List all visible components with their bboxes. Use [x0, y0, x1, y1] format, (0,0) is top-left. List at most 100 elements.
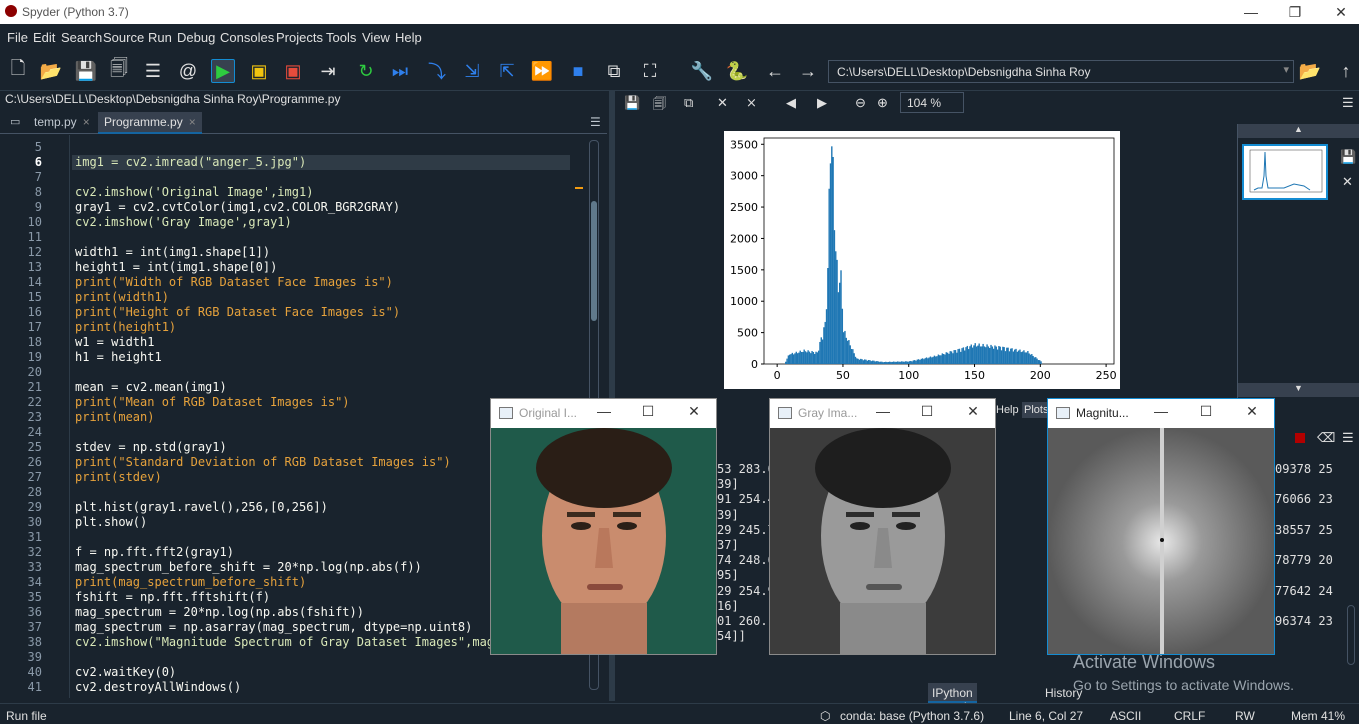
parent-directory-icon[interactable]: ↑: [1334, 59, 1358, 83]
close-button[interactable]: ✕: [1242, 403, 1262, 420]
open-file-icon[interactable]: 📂: [39, 59, 63, 83]
menu-search[interactable]: Search: [61, 30, 102, 45]
step-return-icon[interactable]: ⇱: [495, 59, 519, 83]
menu-source[interactable]: Source: [103, 30, 144, 45]
close-button[interactable]: ✕: [684, 403, 704, 420]
thumb-scroll-up-icon[interactable]: ▲: [1238, 124, 1359, 138]
histogram-bar: [886, 362, 888, 364]
clear-console-icon[interactable]: ⌫: [1317, 430, 1335, 446]
histogram-bar: [900, 361, 903, 364]
y-tick-label: 2500: [730, 201, 758, 214]
rerun-icon[interactable]: ↻: [354, 59, 378, 83]
close-thumb-icon[interactable]: ✕: [1342, 174, 1353, 190]
menu-file[interactable]: File: [7, 30, 28, 45]
minimize-button[interactable]: —: [1151, 403, 1171, 419]
tab-help[interactable]: Help: [994, 402, 1021, 418]
zoom-out-icon[interactable]: ⊖: [855, 95, 866, 111]
python-path-icon[interactable]: 🐍: [725, 59, 749, 83]
back-arrow-icon[interactable]: ←: [763, 59, 787, 83]
thumb-scroll-down-icon[interactable]: ▼: [1238, 383, 1359, 397]
at-icon[interactable]: @: [176, 59, 200, 83]
menu-consoles[interactable]: Consoles: [220, 30, 274, 45]
menu-run[interactable]: Run: [148, 30, 172, 45]
forward-arrow-icon[interactable]: →: [796, 59, 820, 83]
debug-icon[interactable]: ⏭: [388, 59, 412, 83]
stop-debug-icon[interactable]: ■: [566, 59, 590, 83]
close-icon[interactable]: ×: [189, 115, 196, 129]
save-all-plots-icon[interactable]: 🗐: [653, 95, 666, 117]
options-menu-icon[interactable]: ☰: [584, 112, 607, 134]
continue-icon[interactable]: ⏩: [530, 59, 554, 83]
line-number: 22: [27, 395, 42, 409]
close-icon[interactable]: ×: [83, 115, 90, 129]
minimize-button[interactable]: —: [594, 403, 614, 419]
plot-thumbnail[interactable]: [1242, 144, 1328, 200]
menu-debug[interactable]: Debug: [177, 30, 215, 45]
line-number: 15: [27, 290, 42, 304]
close-button[interactable]: ✕: [963, 403, 983, 420]
original-image-window[interactable]: Original I... — ☐ ✕: [490, 398, 717, 655]
scrollbar-thumb[interactable]: [591, 201, 597, 321]
working-directory-combo[interactable]: C:\Users\DELL\Desktop\Debsnigdha Sinha R…: [828, 60, 1294, 83]
browse-tabs-icon[interactable]: ▭: [4, 112, 26, 134]
save-icon[interactable]: 💾: [74, 59, 98, 83]
save-all-icon[interactable]: 🗐: [107, 58, 131, 83]
options-menu-icon[interactable]: ☰: [1342, 430, 1354, 446]
menu-projects[interactable]: Projects: [276, 30, 323, 45]
copy-plot-icon[interactable]: ⧉: [684, 95, 693, 111]
run-selection-icon[interactable]: ⇥: [316, 59, 340, 83]
maximize-button[interactable]: ☐: [917, 403, 937, 420]
code-line: width1 = int(img1.shape[1]): [75, 245, 271, 259]
menu-help[interactable]: Help: [395, 30, 422, 45]
run-cell-icon[interactable]: ▣: [247, 59, 271, 83]
next-plot-icon[interactable]: ▶: [817, 95, 827, 111]
console-line: 37]: [717, 538, 739, 552]
histogram-bar: [878, 361, 880, 364]
tab-temp-py[interactable]: temp.py ×: [28, 112, 96, 134]
line-endings: CRLF: [1174, 709, 1206, 723]
code-line: print("Mean of RGB Dataset Images is"): [75, 395, 350, 409]
menu-view[interactable]: View: [362, 30, 390, 45]
menu-edit[interactable]: Edit: [33, 30, 55, 45]
close-button[interactable]: ✕: [1328, 2, 1354, 22]
new-file-icon[interactable]: 🗋: [6, 58, 30, 83]
tab-ipython-console[interactable]: IPython console: [928, 683, 978, 714]
tab-programme-py[interactable]: Programme.py ×: [98, 112, 202, 134]
menu-tools[interactable]: Tools: [326, 30, 356, 45]
maximize-pane-icon[interactable]: ⧉: [602, 59, 626, 83]
fullscreen-icon[interactable]: ⛶: [638, 59, 662, 83]
maximize-button[interactable]: ☐: [1196, 403, 1216, 420]
console-scrollbar[interactable]: [1347, 605, 1355, 665]
console-line: 29 245.7: [717, 522, 775, 537]
remove-plot-icon[interactable]: ✕: [717, 95, 728, 111]
code-line: cv2.imshow("Magnitude Spectrum of Gray D…: [75, 635, 502, 649]
histogram-bar: [974, 343, 976, 364]
magnitude-spectrum-window[interactable]: Magnitu... — ☐ ✕: [1047, 398, 1275, 655]
maximize-button[interactable]: ❐: [1282, 2, 1308, 22]
maximize-button[interactable]: ☐: [638, 403, 658, 420]
options-menu-icon[interactable]: ☰: [1342, 95, 1354, 111]
step-into-icon[interactable]: ⇲: [460, 59, 484, 83]
zoom-level[interactable]: 104 %: [900, 92, 964, 113]
list-icon[interactable]: ☰: [141, 59, 165, 83]
save-plot-icon[interactable]: 💾: [624, 95, 640, 111]
zoom-in-icon[interactable]: ⊕: [877, 95, 888, 111]
minimize-button[interactable]: —: [1238, 2, 1264, 22]
run-icon[interactable]: ▶: [211, 59, 235, 83]
histogram-bar: [936, 356, 938, 364]
browse-folder-icon[interactable]: 📂: [1298, 59, 1322, 83]
preferences-icon[interactable]: 🔧: [690, 59, 714, 83]
chevron-down-icon[interactable]: ▾: [1283, 63, 1289, 76]
step-icon[interactable]: ⤵: [425, 59, 449, 83]
stop-kernel-icon[interactable]: [1295, 433, 1305, 443]
line-number: 8: [34, 185, 42, 199]
histogram-bar: [1024, 352, 1026, 364]
histogram-bar: [950, 351, 953, 364]
gray-image-window[interactable]: Gray Ima... — ☐ ✕: [769, 398, 996, 655]
remove-all-plots-icon[interactable]: ⨯: [746, 95, 757, 111]
code-line: f = np.fft.fft2(gray1): [75, 545, 234, 559]
run-cell-advance-icon[interactable]: ▣: [281, 59, 305, 83]
save-thumb-icon[interactable]: 💾: [1340, 149, 1356, 165]
minimize-button[interactable]: —: [873, 403, 893, 419]
previous-plot-icon[interactable]: ◀: [786, 95, 796, 111]
